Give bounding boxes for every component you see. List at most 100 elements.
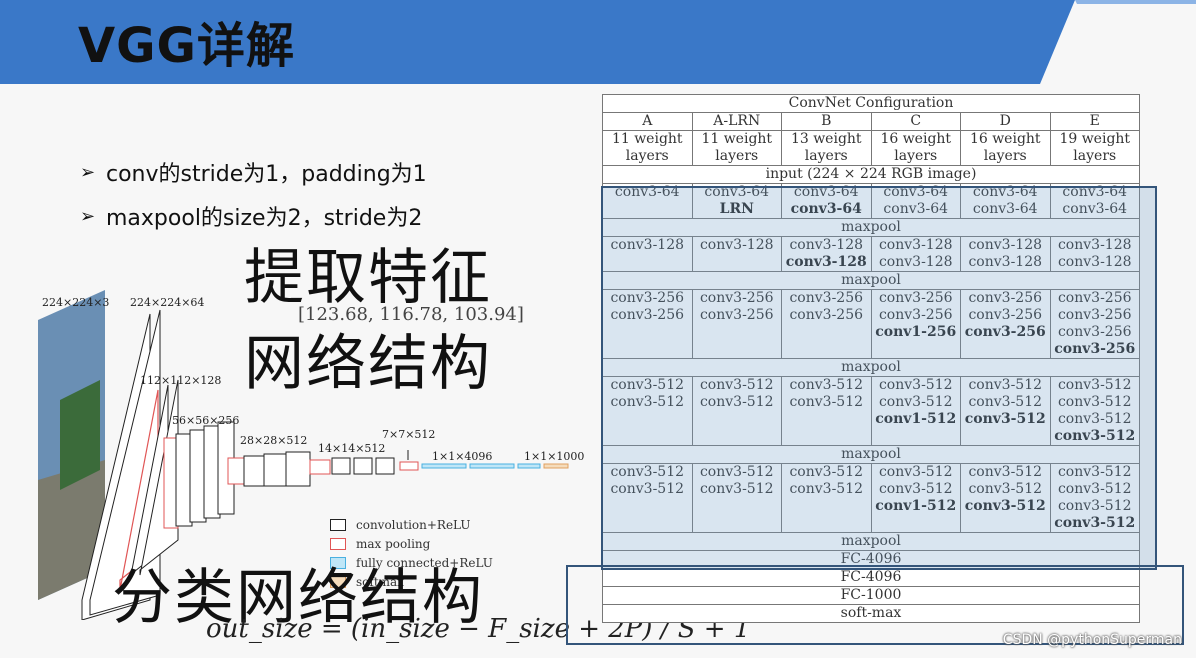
layer-entry: conv3-512 — [789, 377, 864, 393]
layer-entry: conv3-256 — [878, 307, 953, 323]
dim-label: 1×1×1000 — [524, 450, 585, 463]
column-desc: 16 weight layers — [960, 130, 1051, 166]
layer-entry: conv3-512 — [878, 394, 953, 410]
layer-entry: conv3-128 — [699, 237, 774, 253]
layer-entry: conv3-512 — [789, 481, 864, 497]
layer-entry: conv3-512 — [968, 481, 1043, 497]
config-cell: conv3-64 conv3-64 — [870, 183, 961, 219]
legend-item: max pooling — [330, 534, 493, 553]
layer-entry: conv3-512 — [878, 377, 953, 393]
layer-entry: conv3-512 — [878, 481, 953, 497]
layer-entry: conv3-512 — [789, 464, 864, 480]
config-cell: conv3-256 conv3-256 — [781, 289, 872, 359]
maxpool-row: maxpool — [602, 445, 1140, 464]
column-desc: 11 weight layers — [602, 130, 693, 166]
config-cell: conv3-512 conv3-512 conv1-512 — [870, 376, 961, 446]
highlighted-layer: conv3-512 — [964, 498, 1046, 514]
maxpool-row: maxpool — [602, 358, 1140, 377]
mean-values-text: [123.68, 116.78, 103.94] — [298, 304, 524, 325]
conv-block-row: conv3-256 conv3-256 conv3-256 conv3-256 conv… — [602, 289, 1140, 359]
highlighted-layer: conv3-256 — [1054, 341, 1136, 357]
classifier-row: maxpool — [602, 532, 1140, 551]
classifier-row: FC-1000 — [602, 586, 1140, 605]
bullet-list: ➢ conv的stride为1，padding为1 ➢ maxpool的size… — [80, 150, 427, 238]
layer-entry: conv3-512 — [1057, 498, 1132, 514]
config-cell: conv3-128 conv3-128 — [781, 236, 872, 272]
dim-label: 28×28×512 — [240, 434, 308, 447]
column-header: A-LRN — [691, 112, 782, 131]
config-cell: conv3-64 LRN — [691, 183, 782, 219]
config-cell: conv3-64 conv3-64 — [1049, 183, 1140, 219]
layer-entry: conv3-64 — [1062, 201, 1128, 217]
layer-entry: conv3-512 — [968, 394, 1043, 410]
layer-entry: conv3-64 — [614, 184, 680, 200]
layer-entry: conv3-256 — [1057, 324, 1132, 340]
legend-label: convolution+ReLU — [356, 517, 471, 532]
highlighted-layer: conv3-512 — [1054, 515, 1136, 531]
classifier-row: soft-max — [602, 604, 1140, 623]
column-desc: 16 weight layers — [870, 130, 961, 166]
layer-entry: conv3-512 — [699, 464, 774, 480]
layer-entry: conv3-64 — [793, 184, 859, 200]
layer-entry: conv3-256 — [699, 290, 774, 306]
layer-entry: conv3-512 — [1057, 394, 1132, 410]
layer-entry: conv3-64 — [972, 184, 1038, 200]
config-cell: conv3-256 conv3-256 conv3-256 conv3-256 — [1049, 289, 1140, 359]
config-cell: conv3-256 conv3-256 — [602, 289, 693, 359]
layer-entry: conv3-512 — [1057, 481, 1132, 497]
config-table-grid: ConvNet Configuration A A-LRN B C D E 11 weig… — [602, 94, 1140, 623]
dim-label: 224×224×64 — [130, 296, 205, 309]
layer-entry: conv3-512 — [878, 464, 953, 480]
highlighted-layer: conv3-256 — [964, 324, 1046, 340]
config-cell: conv3-256 conv3-256 conv3-256 — [960, 289, 1051, 359]
dim-label: 224×224×3 — [42, 296, 110, 309]
layer-entry: conv3-512 — [1057, 464, 1132, 480]
layer-entry: conv3-512 — [1057, 411, 1132, 427]
layer-entry: conv3-64 — [704, 184, 770, 200]
column-header: A — [602, 112, 693, 131]
highlighted-layer: conv1-512 — [875, 411, 957, 427]
config-cell: conv3-512 conv3-512 — [781, 376, 872, 446]
extract-features-label: 提取特征 — [244, 243, 492, 313]
layer-entry: conv3-128 — [789, 237, 864, 253]
config-cell: conv3-64 conv3-64 — [781, 183, 872, 219]
dim-label: 7×7×512 — [382, 428, 436, 441]
config-cell: conv3-128 — [691, 236, 782, 272]
layer-entry: conv3-128 — [878, 254, 953, 270]
legend-swatch — [330, 518, 346, 531]
config-cell: conv3-512 conv3-512 conv1-512 — [870, 463, 961, 533]
arrow-bullet-icon: ➢ — [80, 161, 96, 183]
layer-entry: conv3-256 — [1057, 290, 1132, 306]
highlighted-layer: conv3-512 — [1054, 428, 1136, 444]
layer-entry: conv3-128 — [1057, 237, 1132, 253]
config-cell: conv3-128 conv3-128 — [1049, 236, 1140, 272]
config-cell: conv3-512 conv3-512 — [602, 376, 693, 446]
conv-block-row: conv3-512 conv3-512 conv3-512 conv3-512 conv… — [602, 376, 1140, 446]
column-header: E — [1049, 112, 1140, 131]
config-cell: conv3-512 conv3-512 — [691, 463, 782, 533]
layer-entry: conv3-512 — [968, 377, 1043, 393]
layer-entry: conv3-128 — [968, 254, 1043, 270]
config-cell: conv3-64 conv3-64 — [960, 183, 1051, 219]
layer-entry: conv3-512 — [968, 464, 1043, 480]
classifier-row: FC-4096 — [602, 568, 1140, 587]
config-cell: conv3-512 conv3-512 conv3-512 conv3-512 — [1049, 376, 1140, 446]
legend-swatch — [330, 537, 346, 550]
highlighted-layer: conv3-64 — [790, 201, 862, 217]
layer-entry: conv3-512 — [789, 394, 864, 410]
bullet-item: ➢ conv的stride为1，padding为1 — [80, 150, 427, 194]
legend-item: convolution+ReLU — [330, 515, 493, 534]
highlighted-layer: conv1-512 — [875, 498, 957, 514]
layer-entry: conv3-256 — [610, 290, 685, 306]
column-desc: 19 weight layers — [1049, 130, 1140, 166]
convnet-config-table: ConvNet Configuration A A-LRN B C D E 11 weig… — [602, 94, 1140, 623]
bullet-text: maxpool的size为2，stride为2 — [106, 206, 423, 231]
layer-entry: conv3-512 — [610, 394, 685, 410]
layer-entry: conv3-512 — [610, 464, 685, 480]
layer-entry: conv3-512 — [699, 377, 774, 393]
highlighted-layer: conv3-128 — [785, 254, 867, 270]
dim-label: 56×56×256 — [172, 414, 240, 427]
layer-entry: conv3-64 — [1062, 184, 1128, 200]
config-cell: conv3-512 conv3-512 conv3-512 — [960, 376, 1051, 446]
highlighted-layer: conv1-256 — [875, 324, 957, 340]
